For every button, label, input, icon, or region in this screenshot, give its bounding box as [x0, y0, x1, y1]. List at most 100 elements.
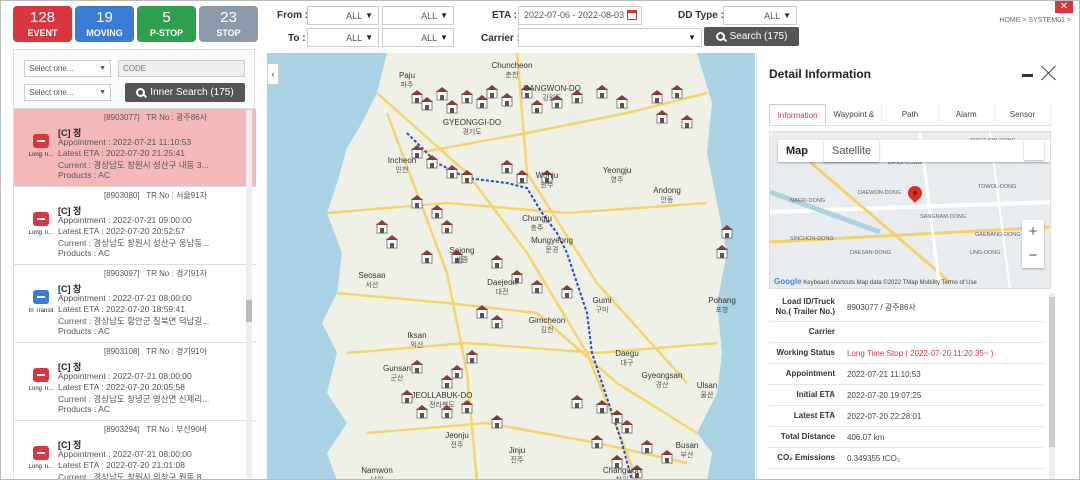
list-item[interactable]: Long Ti... [8903108] TR No : 경기91아 [C] 정… [14, 343, 256, 421]
latest-eta: Latest ETA : 2022-07-20 21:01:08 [58, 460, 185, 470]
eta-range-input[interactable]: 2022-07-06 - 2022-08-03 [518, 6, 642, 25]
close-icon[interactable]: ✕ [1055, 1, 1073, 13]
map-city-label-ko: 원주 [541, 180, 554, 189]
appointment: Appointment : 2022-07-21 11:10:53 [58, 137, 192, 147]
map-city-label: Andong [653, 186, 681, 195]
list-filter-select-2[interactable]: Select one... ▼ [24, 84, 111, 101]
collapse-panel-icon[interactable]: ‹ [267, 63, 279, 85]
map-city-label-ko: 충주 [531, 223, 544, 232]
detail-tabs: Information Waypoint & Item Path Alarm S… [769, 104, 1052, 141]
map-city-label-ko: 춘천 [506, 70, 519, 79]
truck-no: TR No : 광주86사 [146, 113, 208, 122]
stop-tile[interactable]: 23 STOP [199, 6, 258, 42]
list-item[interactable]: In Transit [8903097] TR No : 경기91자 [C] 창… [14, 265, 256, 343]
appointment: Appointment : 2022-07-21 08:00:00 [58, 371, 192, 381]
map-city-label-ko: 서산 [366, 280, 379, 289]
map-city-label-ko: 파주 [401, 80, 414, 89]
search-button[interactable]: Search (175) [704, 27, 799, 46]
list-scrollbar-thumb[interactable] [246, 300, 252, 322]
map-city-label-ko: 전주 [451, 440, 464, 449]
chevron-down-icon: ▼ [365, 11, 373, 20]
tab-path[interactable]: Path [882, 104, 939, 125]
mini-map[interactable]: TOECHON-DONG BANJI-DONG DAEWON-DONG NAER… [769, 131, 1051, 289]
eta-label: ETA : [492, 10, 517, 21]
status-icon: Long Ti... [24, 368, 58, 392]
list-item[interactable]: Long Ti... [8903294] TR No : 부산90바 [C] 정… [14, 421, 256, 479]
calendar-icon[interactable] [627, 10, 637, 20]
detail-key: Appointment [785, 369, 835, 378]
map-footer-text: Keyboard shortcuts Map data ©2022 TMap M… [803, 280, 977, 286]
map-city-label-ko: 전라북도 [429, 400, 455, 409]
products: Products : AC [58, 248, 110, 258]
pstop-label: P-STOP [149, 28, 184, 38]
list-item[interactable]: Long Ti... [8903077] TR No : 광주86사 [C] 정… [14, 109, 256, 187]
zoom-in-button[interactable]: + [1022, 220, 1044, 244]
detail-row: Working Status Long Time Stop ( 2022-07-2… [769, 343, 1045, 364]
inner-search-button[interactable]: Inner Search (175) [125, 83, 245, 102]
map-city-label-ko: 포항 [716, 305, 729, 314]
map-city-label: Changwon [603, 466, 641, 475]
minimize-icon[interactable] [1022, 74, 1033, 77]
item-header: [8903080] TR No : 서울91자 [104, 190, 207, 201]
map-city-label: Gyeongsan [642, 371, 683, 380]
map-city-label-ko: 익산 [411, 340, 424, 349]
event-tile[interactable]: 128 EVENT [13, 6, 72, 42]
ddtype-select[interactable]: ALL ▼ [723, 6, 797, 25]
from-select-2[interactable]: ALL ▼ [382, 6, 454, 25]
map-city-label: Busan [676, 441, 699, 450]
tab-sensor[interactable]: Sensor [995, 104, 1052, 125]
status-text: In Transit [28, 308, 54, 314]
to-select-2[interactable]: ALL ▼ [382, 28, 454, 47]
pstop-tile[interactable]: 5 P-STOP [137, 6, 196, 42]
detail-scrollbar-thumb[interactable] [1049, 297, 1055, 447]
map-view-button[interactable]: Map [778, 140, 1050, 162]
chevron-down-icon: ▼ [783, 11, 791, 20]
list-scrollbar[interactable] [246, 110, 252, 478]
map-city-label-ko: 군산 [391, 373, 404, 382]
moving-tile[interactable]: 19 MOVING [75, 6, 134, 42]
tab-information[interactable]: Information [769, 104, 827, 125]
mini-map-label: GAEBANG-DONG [975, 232, 1021, 238]
app-frame: 128 EVENT 19 MOVING 5 P-STOP 23 STOP Fro… [0, 0, 1080, 480]
breadcrumb: HOME > SYSTEM01 > [999, 17, 1071, 24]
fullscreen-icon[interactable] [1024, 140, 1044, 160]
alert-icon [33, 212, 49, 226]
search-icon [715, 32, 725, 41]
zoom-out-button[interactable]: − [1022, 244, 1044, 268]
tab-alarm[interactable]: Alarm [939, 104, 995, 125]
detail-row: Initial ETA 2022-07-20 19:07:25 [769, 385, 1045, 406]
chevron-down-icon: ▼ [365, 33, 373, 42]
from-select-1[interactable]: ALL ▼ [307, 6, 379, 25]
map-city-label-ko: 경기도 [462, 127, 482, 136]
map-city-label: Incheon [388, 156, 416, 165]
carrier-label: Carrier : [481, 33, 520, 44]
detail-value: 406.07 km [847, 432, 885, 442]
main-map[interactable]: Paju 파주 Chuncheon 춘천 GANGWON-DO 강원도 GYEONGGI-D… [267, 53, 755, 479]
close-icon[interactable] [1041, 65, 1057, 81]
code-input[interactable] [118, 60, 245, 77]
map-city-label: JEOLLABUK-DO [412, 391, 473, 400]
map-city-label: Seosan [358, 271, 385, 280]
carrier-select[interactable]: ▼ [518, 28, 702, 47]
map-city-label: Namwon [361, 466, 393, 475]
list-filter-select-1[interactable]: Select one... ▼ [24, 60, 111, 77]
satellite-view-button[interactable]: Satellite [824, 140, 880, 162]
detail-row: Carrier [769, 322, 1045, 343]
item-header: [8903077] TR No : 광주86사 [104, 112, 207, 123]
map-city-label: Wonju [536, 171, 559, 180]
from-label: From : [277, 10, 309, 21]
map-city-label: Jeonju [445, 431, 469, 440]
tab-waypoint-item[interactable]: Waypoint & Item [826, 104, 883, 141]
latest-eta: Latest ETA : 2022-07-20 20:05:58 [58, 382, 185, 392]
detail-scrollbar[interactable] [1049, 293, 1055, 479]
chevron-down-icon: ▼ [99, 65, 106, 72]
list-item[interactable]: Long Ti... [8903080] TR No : 서울91자 [C] 정… [14, 187, 256, 265]
map-city-label-ko: 대구 [621, 359, 634, 367]
latest-eta: Latest ETA : 2022-07-20 21:25:41 [58, 148, 185, 158]
chevron-down-icon: ▼ [440, 11, 448, 20]
map-city-label-ko: 인천 [396, 165, 409, 174]
status-icon: Long Ti... [24, 446, 58, 470]
map-city-label: Sejong [450, 246, 475, 255]
to-select-1[interactable]: ALL ▼ [307, 28, 379, 47]
list-filter-select-1-value: Select one... [29, 64, 74, 73]
